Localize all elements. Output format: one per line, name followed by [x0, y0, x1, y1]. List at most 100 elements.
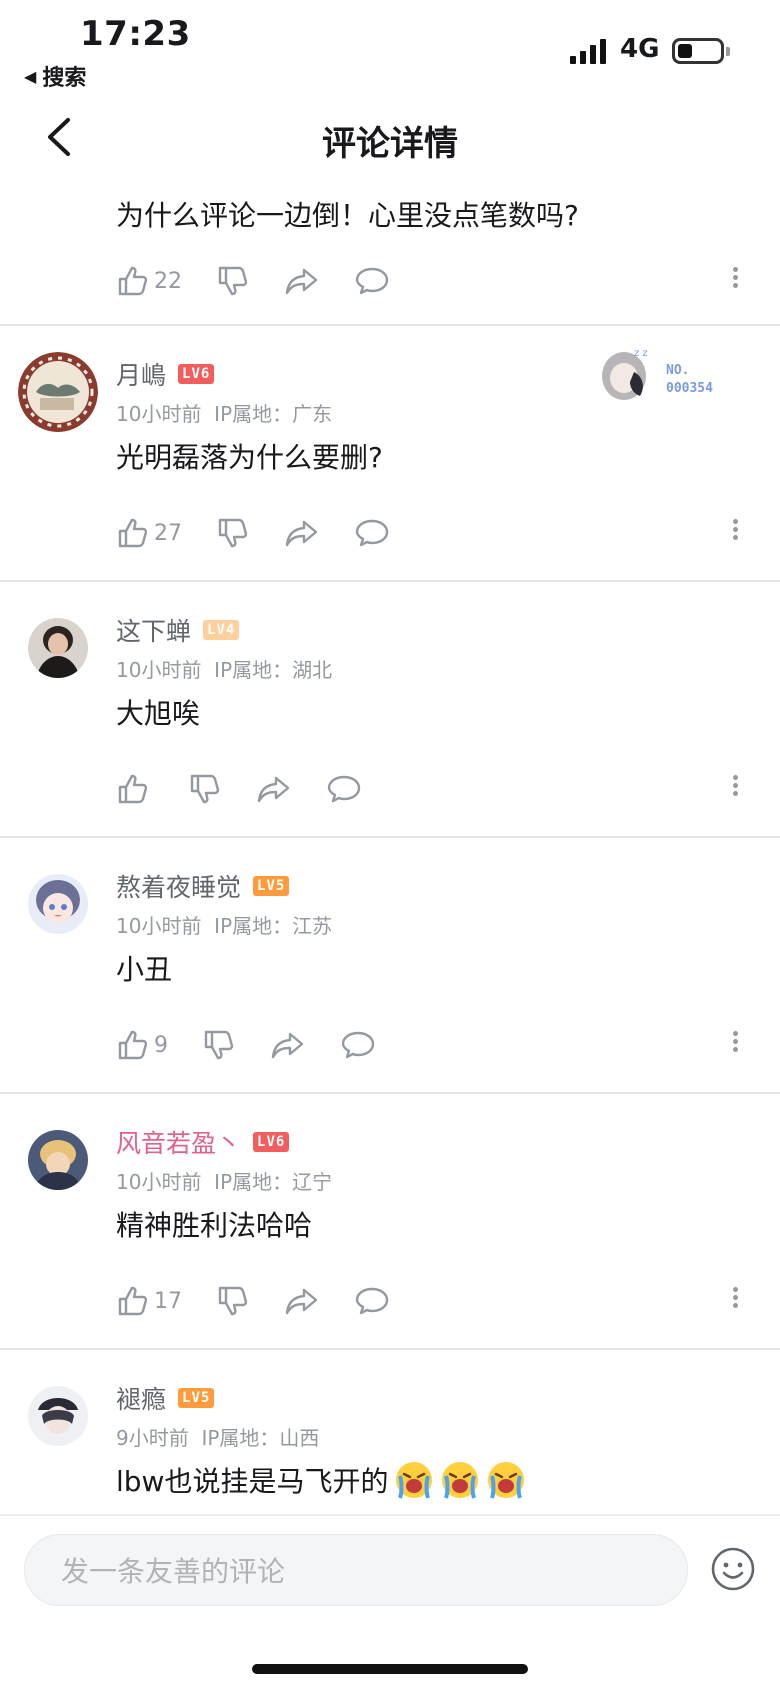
share-icon: [285, 268, 318, 295]
more-options-icon[interactable]: [730, 264, 740, 300]
thumbs-up-icon: [118, 518, 148, 548]
thumbs-up-icon: [118, 1030, 148, 1060]
comment-text: 光明磊落为什么要删?: [116, 441, 383, 474]
more-options-icon[interactable]: [730, 516, 740, 552]
comment-text: 小丑: [116, 953, 173, 986]
share-icon: [285, 1288, 318, 1315]
level-badge: LV6: [178, 364, 215, 384]
network-label: 4G: [620, 34, 660, 64]
dislike-button[interactable]: [202, 1028, 236, 1062]
comment-bubble-icon: [341, 1031, 375, 1059]
reply-button[interactable]: [354, 264, 390, 298]
avatar[interactable]: [18, 352, 98, 432]
home-indicator: [252, 1664, 528, 1674]
level-badge: LV5: [178, 1388, 215, 1408]
like-count: 27: [154, 520, 182, 546]
like-count: 9: [154, 1032, 168, 1058]
avatar[interactable]: [28, 1386, 88, 1446]
thumbs-up-icon: [118, 774, 148, 804]
thumbs-up-icon: [118, 1286, 148, 1316]
comment-bubble-icon: [355, 1287, 389, 1315]
comment-item: 褪瘾 LV5 9小时前 IP属地：山西 lbw也说挂是马飞开的: [0, 1350, 780, 1514]
more-options-icon[interactable]: [730, 772, 740, 808]
user-row: 月嶋 LV6: [116, 356, 215, 392]
level-badge: LV4: [203, 620, 240, 640]
comment-actions: 22: [116, 264, 424, 298]
comment-text: 大旭唉: [116, 697, 201, 730]
dislike-button[interactable]: [216, 264, 250, 298]
comment-ip: IP属地：江苏: [214, 914, 333, 938]
avatar[interactable]: [28, 874, 88, 934]
back-to-app[interactable]: ◀ 搜索: [24, 60, 86, 92]
emoji-picker-icon[interactable]: [710, 1546, 756, 1592]
like-button[interactable]: 27: [116, 516, 182, 550]
share-button[interactable]: [256, 772, 292, 806]
thumbs-up-icon: [118, 266, 148, 296]
fan-badge: z z NO. 000354: [594, 342, 734, 412]
comment-item: 为什么评论一边倒！心里没点笔数吗? 22: [0, 180, 780, 326]
comment-input-bar: 发一条友善的评论: [0, 1514, 780, 1688]
share-button[interactable]: [270, 1028, 306, 1062]
share-button[interactable]: [284, 516, 320, 550]
reply-button[interactable]: [326, 772, 362, 806]
comment-input[interactable]: 发一条友善的评论: [24, 1534, 688, 1606]
thumbs-down-icon: [218, 1286, 248, 1316]
comment-text: 为什么评论一边倒！心里没点笔数吗?: [116, 199, 579, 232]
comment-text-content: lbw也说挂是马飞开的: [116, 1465, 389, 1498]
back-triangle-icon: ◀: [24, 66, 37, 86]
reply-button[interactable]: [354, 516, 390, 550]
status-bar: 17:23 ◀ 搜索 4G: [0, 0, 780, 96]
crying-emoji-icon: [442, 1462, 479, 1499]
comment-text: 精神胜利法哈哈: [116, 1209, 313, 1242]
share-button[interactable]: [284, 1284, 320, 1318]
header: 评论详情: [0, 96, 780, 180]
share-button[interactable]: [284, 264, 320, 298]
dislike-button[interactable]: [216, 516, 250, 550]
battery-icon: [672, 38, 730, 64]
comment-actions: 27: [116, 516, 424, 550]
status-time: 17:23: [80, 14, 191, 54]
page-title: 评论详情: [322, 124, 458, 164]
svg-text:z z: z z: [634, 348, 648, 359]
username[interactable]: 褪瘾: [116, 1380, 166, 1416]
user-row: 风音若盈丶 LV6: [116, 1124, 290, 1160]
like-button[interactable]: 17: [116, 1284, 182, 1318]
comment-time: 10小时前: [116, 1170, 202, 1194]
dislike-button[interactable]: [188, 772, 222, 806]
like-button[interactable]: 9: [116, 1028, 168, 1062]
reply-button[interactable]: [340, 1028, 376, 1062]
share-icon: [285, 520, 318, 547]
user-row: 褪瘾 LV5: [116, 1380, 215, 1416]
comment-time: 9小时前: [116, 1426, 189, 1450]
comment-meta: 10小时前 IP属地：辽宁: [116, 1166, 332, 1195]
more-options-icon[interactable]: [730, 1284, 740, 1320]
share-icon: [257, 776, 290, 803]
comment-meta: 9小时前 IP属地：山西: [116, 1422, 319, 1451]
comment-item: 这下蝉 LV4 10小时前 IP属地：湖北 大旭唉: [0, 582, 780, 838]
username[interactable]: 熬着夜睡觉: [116, 868, 241, 904]
comment-actions: 17: [116, 1284, 424, 1318]
username[interactable]: 风音若盈丶: [116, 1124, 241, 1160]
comment-time: 10小时前: [116, 658, 202, 682]
avatar[interactable]: [28, 1130, 88, 1190]
comment-ip: IP属地：辽宁: [214, 1170, 333, 1194]
back-app-label: 搜索: [42, 66, 87, 91]
thumbs-down-icon: [218, 518, 248, 548]
fan-badge-number: NO. 000354: [666, 363, 713, 396]
dislike-button[interactable]: [216, 1284, 250, 1318]
user-row: 这下蝉 LV4: [116, 612, 240, 648]
level-badge: LV5: [253, 876, 290, 896]
like-button[interactable]: [116, 772, 154, 806]
username[interactable]: 这下蝉: [116, 612, 191, 648]
thumbs-down-icon: [204, 1030, 234, 1060]
comment-item: 熬着夜睡觉 LV5 10小时前 IP属地：江苏 小丑 9: [0, 838, 780, 1094]
comment-meta: 10小时前 IP属地：江苏: [116, 910, 332, 939]
username[interactable]: 月嶋: [116, 356, 166, 392]
reply-button[interactable]: [354, 1284, 390, 1318]
like-button[interactable]: 22: [116, 264, 182, 298]
comment-ip: IP属地：广东: [214, 402, 333, 426]
more-options-icon[interactable]: [730, 1028, 740, 1064]
like-count: 17: [154, 1288, 182, 1314]
avatar[interactable]: [28, 618, 88, 678]
signal-icon: [570, 38, 606, 64]
